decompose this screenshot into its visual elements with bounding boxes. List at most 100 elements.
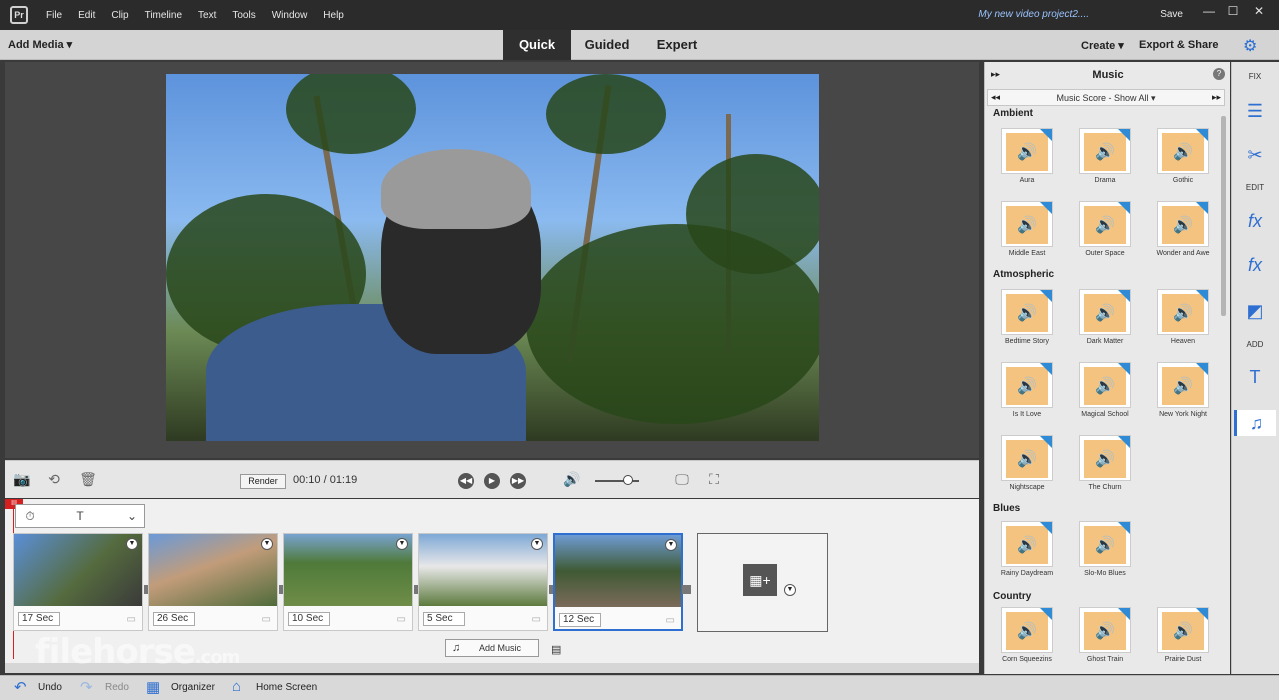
music-track-tile[interactable]: 🔊 Aura: [993, 128, 1053, 196]
maximize-button[interactable]: ☐: [1222, 4, 1244, 24]
fullscreen-icon[interactable]: ⛶: [705, 471, 723, 489]
music-track-tile[interactable]: 🔊 Dark Matter: [1071, 289, 1131, 357]
save-button[interactable]: Save: [1160, 9, 1183, 20]
tile-label: Slo-Mo Blues: [1084, 570, 1126, 577]
menu-text[interactable]: Text: [190, 10, 224, 21]
camera-icon[interactable]: 📷: [13, 471, 31, 489]
menu-tools[interactable]: Tools: [224, 10, 263, 21]
category-heading: Blues: [993, 503, 1021, 514]
music-track-tile[interactable]: 🔊 Magical School: [1071, 362, 1131, 430]
next-category-icon[interactable]: ▸▸: [1212, 92, 1221, 103]
volume-icon[interactable]: 🔊: [563, 471, 581, 489]
home-screen-button[interactable]: Home Screen: [256, 682, 317, 693]
add-media-drop-zone[interactable]: ▦+ ▼: [697, 533, 828, 632]
menu-timeline[interactable]: Timeline: [137, 10, 190, 21]
music-track-tile[interactable]: 🔊 Ghost Train: [1071, 607, 1131, 675]
gear-icon[interactable]: ⚙: [1243, 36, 1257, 56]
help-icon[interactable]: ?: [1213, 68, 1225, 80]
music-track-tile[interactable]: 🔊 Wonder and Awe: [1149, 201, 1210, 269]
organizer-button[interactable]: Organizer: [171, 682, 215, 693]
music-track-tile[interactable]: 🔊 Drama: [1071, 128, 1131, 196]
create-button[interactable]: Create ▾: [1081, 39, 1124, 52]
menu-help[interactable]: Help: [315, 10, 352, 21]
clip-duration[interactable]: 26 Sec: [153, 612, 195, 626]
music-track-tile[interactable]: 🔊 Bedtime Story: [993, 289, 1053, 357]
previous-frame-icon[interactable]: ◀◀: [458, 473, 474, 489]
close-button[interactable]: ✕: [1248, 4, 1270, 24]
text-icon[interactable]: T: [72, 509, 88, 525]
clip-duration[interactable]: 5 Sec: [423, 612, 465, 626]
next-frame-icon[interactable]: ▶▶: [510, 473, 526, 489]
timeline-clip[interactable]: ▼ 5 Sec ▭: [418, 533, 548, 631]
monitor-icon[interactable]: 🖵: [673, 471, 691, 489]
music-track-tile[interactable]: 🔊 Prairie Dust: [1149, 607, 1209, 675]
chevron-down-icon[interactable]: ▼: [665, 539, 677, 551]
panel-scrollbar[interactable]: [1221, 116, 1226, 316]
speed-icon[interactable]: ⏱: [22, 509, 38, 525]
music-track-tile[interactable]: 🔊 Middle East: [993, 201, 1053, 269]
fx-edit-icon[interactable]: fx: [1242, 208, 1268, 234]
audio-track-icon[interactable]: ▤: [551, 643, 561, 656]
timeline-clip[interactable]: ▼ 10 Sec ▭: [283, 533, 413, 631]
tile-thumbnail: 🔊: [1079, 607, 1131, 653]
music-track-tile[interactable]: 🔊 Rainy Daydream: [993, 521, 1053, 589]
tile-thumbnail: 🔊: [1157, 362, 1209, 408]
tile-corner-badge: [1118, 290, 1130, 302]
undo-button[interactable]: Undo: [38, 682, 62, 693]
music-track-tile[interactable]: 🔊 Is It Love: [993, 362, 1053, 430]
rotate-icon[interactable]: ⟲: [45, 471, 63, 489]
music-track-tile[interactable]: 🔊 Heaven: [1149, 289, 1209, 357]
tile-label: New York Night: [1159, 411, 1207, 418]
minimize-button[interactable]: —: [1198, 4, 1220, 24]
undo-icon[interactable]: ↶: [14, 678, 27, 696]
title-text-icon[interactable]: T: [1242, 364, 1268, 390]
menu-edit[interactable]: Edit: [70, 10, 103, 21]
clip-duration[interactable]: 10 Sec: [288, 612, 330, 626]
music-track-tile[interactable]: 🔊 The Churn: [1071, 435, 1131, 503]
music-filter-dropdown[interactable]: ◂◂ Music Score - Show All ▾ ▸▸: [987, 89, 1225, 106]
tab-quick[interactable]: Quick: [503, 30, 571, 60]
tab-guided[interactable]: Guided: [574, 30, 640, 60]
tab-expert[interactable]: Expert: [643, 30, 711, 60]
play-icon[interactable]: ▶: [484, 473, 500, 489]
export-share-button[interactable]: Export & Share: [1139, 39, 1218, 51]
clip-duration[interactable]: 12 Sec: [559, 613, 601, 627]
add-media-button[interactable]: Add Media ▾: [8, 38, 72, 51]
add-music-button[interactable]: ♫ Add Music: [445, 639, 539, 657]
chevron-down-icon[interactable]: ▼: [261, 538, 273, 550]
organizer-icon[interactable]: ▦: [146, 678, 160, 696]
trash-icon[interactable]: 🗑: [79, 471, 97, 489]
redo-icon[interactable]: ↷: [80, 678, 93, 696]
chevron-down-icon[interactable]: ⌄: [124, 509, 140, 525]
render-button[interactable]: Render: [240, 474, 286, 489]
home-icon[interactable]: ⌂: [232, 678, 241, 695]
tile-corner-badge: [1118, 436, 1130, 448]
music-track-tile[interactable]: 🔊 Slo-Mo Blues: [1071, 521, 1131, 589]
chevron-down-icon[interactable]: ▼: [126, 538, 138, 550]
tools-icon[interactable]: ✂: [1242, 142, 1268, 168]
chevron-down-icon[interactable]: ▼: [531, 538, 543, 550]
menu-clip[interactable]: Clip: [103, 10, 136, 21]
tile-thumbnail: 🔊: [1157, 289, 1209, 335]
effects-icon[interactable]: fx: [1242, 252, 1268, 278]
chevron-down-icon[interactable]: ▼: [396, 538, 408, 550]
redo-button[interactable]: Redo: [105, 682, 129, 693]
music-track-tile[interactable]: 🔊 Outer Space: [1071, 201, 1131, 269]
chevron-down-icon[interactable]: ▼: [784, 584, 796, 596]
menu-file[interactable]: File: [38, 10, 70, 21]
color-icon[interactable]: ◩: [1242, 298, 1268, 324]
transition-marker[interactable]: [682, 585, 691, 594]
adjustments-icon[interactable]: ☰: [1242, 98, 1268, 124]
timeline-clip-selected[interactable]: ▼ 12 Sec ▭: [553, 533, 683, 631]
menu-window[interactable]: Window: [264, 10, 316, 21]
clip-duration[interactable]: 17 Sec: [18, 612, 60, 626]
music-track-tile[interactable]: 🔊 Corn Squeezins: [993, 607, 1053, 675]
timeline-clip[interactable]: ▼ 17 Sec ▭: [13, 533, 143, 631]
music-track-tile[interactable]: 🔊 Nightscape: [993, 435, 1053, 503]
filter-label[interactable]: Music Score - Show All ▾: [988, 93, 1224, 104]
music-track-tile[interactable]: 🔊 Gothic: [1149, 128, 1209, 196]
timeline-clip[interactable]: ▼ 26 Sec ▭: [148, 533, 278, 631]
volume-knob[interactable]: [623, 475, 633, 485]
music-icon[interactable]: ♫: [1234, 410, 1276, 436]
music-track-tile[interactable]: 🔊 New York Night: [1149, 362, 1209, 430]
